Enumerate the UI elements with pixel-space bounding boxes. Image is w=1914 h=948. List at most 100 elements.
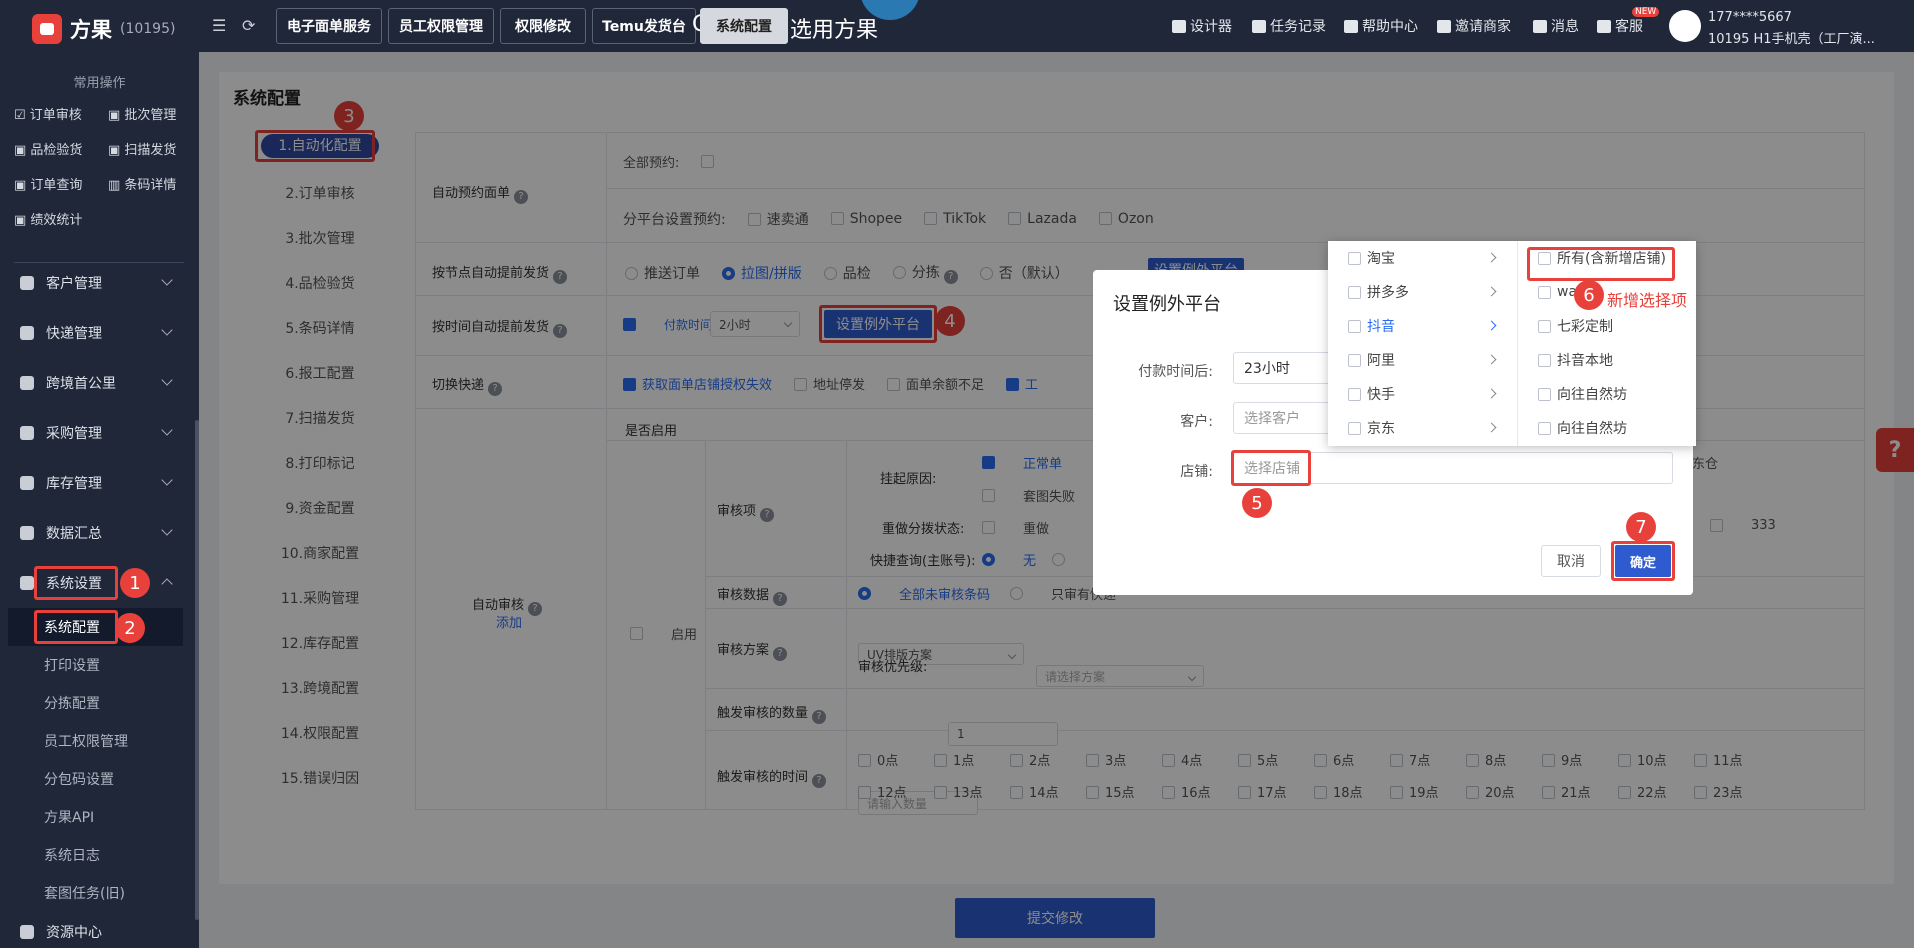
tab-perm-edit[interactable]: 权限修改 [500, 8, 586, 44]
step-badge-2: 2 [115, 613, 145, 643]
logo-icon [32, 14, 62, 44]
chart-icon [20, 526, 34, 540]
chevron-down-icon [161, 274, 173, 286]
chevron-right-icon [1486, 286, 1497, 297]
chevron-down-icon [161, 324, 173, 336]
cascader-douyin[interactable]: 抖音 [1328, 309, 1517, 343]
menu-inventory[interactable]: 库存管理 [0, 458, 199, 508]
help-link[interactable]: 帮助中心 [1344, 16, 1418, 36]
service-icon [1597, 19, 1611, 33]
cascader-shop-qicai[interactable]: 七彩定制 [1518, 309, 1696, 343]
step-badge-6: 6 [1574, 280, 1604, 310]
user-icon [20, 276, 34, 290]
menu-express[interactable]: 快递管理 [0, 308, 199, 358]
message-icon [1533, 19, 1547, 33]
sub-staff[interactable]: 员工权限管理 [0, 722, 199, 760]
refresh-icon[interactable]: ⟳ [242, 16, 260, 35]
tab-waybill[interactable]: 电子面单服务 [276, 8, 382, 44]
menu-customer[interactable]: 客户管理 [0, 258, 199, 308]
quick-batch[interactable]: ▣ 批次管理 [108, 104, 194, 123]
user-shop[interactable]: 10195 H1手机壳（工厂演... [1708, 28, 1875, 47]
task-icon [1252, 19, 1266, 33]
pay-label: 付款时间后: [1138, 364, 1213, 380]
platform-column: 淘宝 拼多多 抖音 阿里 快手 京东 [1328, 241, 1518, 446]
sub-print[interactable]: 打印设置 [0, 646, 199, 684]
step-badge-7: 7 [1626, 512, 1656, 542]
quick-performance[interactable]: ▣ 绩效统计 [14, 209, 108, 228]
cascader-ali[interactable]: 阿里 [1328, 343, 1517, 377]
menu-data[interactable]: 数据汇总 [0, 508, 199, 558]
chevron-right-icon [1486, 354, 1497, 365]
quick-order-review[interactable]: ☑ 订单审核 [14, 104, 108, 123]
cascader-pdd[interactable]: 拼多多 [1328, 275, 1517, 309]
highlight-box-6 [1527, 247, 1675, 281]
app-logo[interactable]: 方果 (10195) [32, 14, 175, 44]
menu-icon[interactable]: ☰ [212, 16, 230, 35]
sub-log[interactable]: 系统日志 [0, 836, 199, 874]
chevron-down-icon [161, 424, 173, 436]
resource-icon [20, 925, 34, 939]
common-ops-title: 常用操作 [73, 76, 126, 91]
task-link[interactable]: 任务记录 [1252, 16, 1326, 36]
quick-scan[interactable]: ▣ 扫描发货 [108, 139, 194, 158]
bg-title: 选用方果 [790, 18, 879, 43]
invite-link[interactable]: 邀请商家 [1437, 16, 1511, 36]
tab-temu[interactable]: Temu发货台 [592, 8, 696, 44]
chevron-right-icon [1486, 252, 1497, 263]
tab-system-config[interactable]: 系统配置 [700, 8, 788, 44]
cancel-button[interactable]: 取消 [1541, 545, 1601, 577]
chevron-up-icon [161, 578, 173, 590]
quick-order-query[interactable]: ▣ 订单查询 [14, 174, 108, 193]
modal-title: 设置例外平台 [1113, 294, 1221, 315]
globe-icon [20, 376, 34, 390]
app-count: (10195) [120, 21, 176, 37]
highlight-box-1 [34, 566, 118, 600]
new-badge: NEW [1632, 7, 1660, 17]
designer-icon [1172, 19, 1186, 33]
cart-icon [20, 426, 34, 440]
truck-icon [20, 326, 34, 340]
shop-label: 店铺: [1180, 464, 1213, 480]
sub-package[interactable]: 分包码设置 [0, 760, 199, 798]
cascader-shop-nature2[interactable]: 向往自然坊 [1518, 411, 1696, 445]
box-icon [20, 476, 34, 490]
quick-ops: ☑ 订单审核 ▣ 批次管理 ▣ 品检验货 ▣ 扫描发货 ▣ 订单查询 ▥ 条码详… [14, 104, 194, 228]
sub-sort[interactable]: 分拣配置 [0, 684, 199, 722]
customer-label: 客户: [1180, 414, 1213, 430]
menu-purchase[interactable]: 采购管理 [0, 408, 199, 458]
menu-crossborder[interactable]: 跨境首公里 [0, 358, 199, 408]
new-option-note: 新增选择项 [1607, 291, 1688, 310]
chevron-right-icon [1486, 388, 1497, 399]
designer-link[interactable]: 设计器 [1172, 16, 1232, 36]
invite-icon [1437, 19, 1451, 33]
tab-staff-perm[interactable]: 员工权限管理 [388, 8, 494, 44]
quick-inspect[interactable]: ▣ 品检验货 [14, 139, 108, 158]
step-badge-1: 1 [120, 568, 150, 598]
quick-barcode[interactable]: ▥ 条码详情 [108, 174, 194, 193]
cascader-taobao[interactable]: 淘宝 [1328, 241, 1517, 275]
sub-api[interactable]: 方果API [0, 798, 199, 836]
menu-resource[interactable]: 资源中心 [0, 912, 199, 948]
highlight-box-5 [1231, 450, 1311, 486]
sidebar-menu: 客户管理 快递管理 跨境首公里 采购管理 库存管理 数据汇总 系统设置 系统配置… [0, 258, 199, 948]
sub-old-task[interactable]: 套图任务(旧) [0, 874, 199, 912]
user-phone: 177****5667 [1708, 10, 1792, 25]
highlight-box-2 [34, 610, 118, 644]
cascader-kuaishou[interactable]: 快手 [1328, 377, 1517, 411]
app-name: 方果 [70, 18, 112, 42]
chevron-down-icon [161, 374, 173, 386]
chevron-down-icon [161, 474, 173, 486]
customer-select[interactable]: 选择客户 [1233, 402, 1333, 434]
message-link[interactable]: 消息 [1533, 16, 1579, 36]
chevron-right-icon [1486, 320, 1497, 331]
cascader-jd[interactable]: 京东 [1328, 411, 1517, 445]
service-link[interactable]: 客服 [1597, 16, 1643, 36]
cascader-shop-local[interactable]: 抖音本地 [1518, 343, 1696, 377]
help-icon [1344, 19, 1358, 33]
avatar[interactable] [1669, 10, 1701, 42]
highlight-box-7 [1611, 541, 1675, 581]
gear-icon [20, 576, 34, 590]
cascader-shop-nature1[interactable]: 向往自然坊 [1518, 377, 1696, 411]
chevron-right-icon [1486, 422, 1497, 433]
step-badge-5: 5 [1242, 488, 1272, 518]
